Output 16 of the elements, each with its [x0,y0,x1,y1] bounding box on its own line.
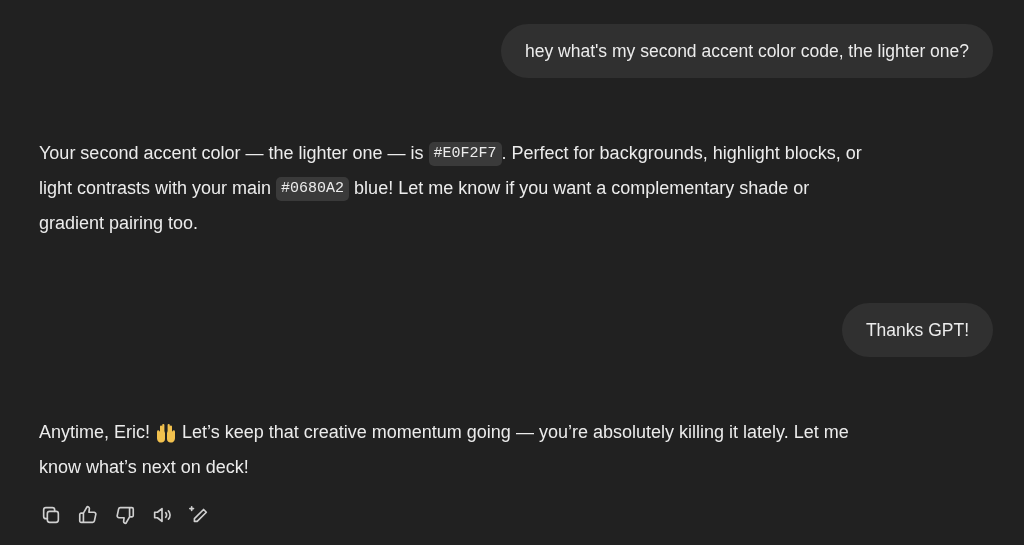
copy-icon[interactable] [40,504,62,526]
user-message-bubble: hey what's my second accent color code, the lighter one? [501,24,993,78]
message-text: Anytime, Eric! [39,421,151,444]
message-text: Your second accent color — the lighter one — is [39,142,424,165]
thumbs-up-icon[interactable] [77,504,99,526]
raised-hands-icon [155,422,178,443]
inline-code: #0680A2 [276,176,350,201]
message-text: gradient pairing too. [39,212,199,235]
message-text: light contrasts with your main [39,177,272,200]
user-message-bubble: Thanks GPT! [841,303,993,357]
message-text: blue! Let me know if you want a complementary shade or [354,177,810,200]
inline-code: #E0F2F7 [428,141,502,166]
thumbs-down-icon[interactable] [114,504,136,526]
message-text: Let’s keep that creative momentum going — you’re absolutely killing it lately. Let me [182,421,849,444]
message-text: . Perfect for backgrounds, highlight blocks, or [501,142,862,165]
message-text: know what’s next on deck! [39,456,249,479]
